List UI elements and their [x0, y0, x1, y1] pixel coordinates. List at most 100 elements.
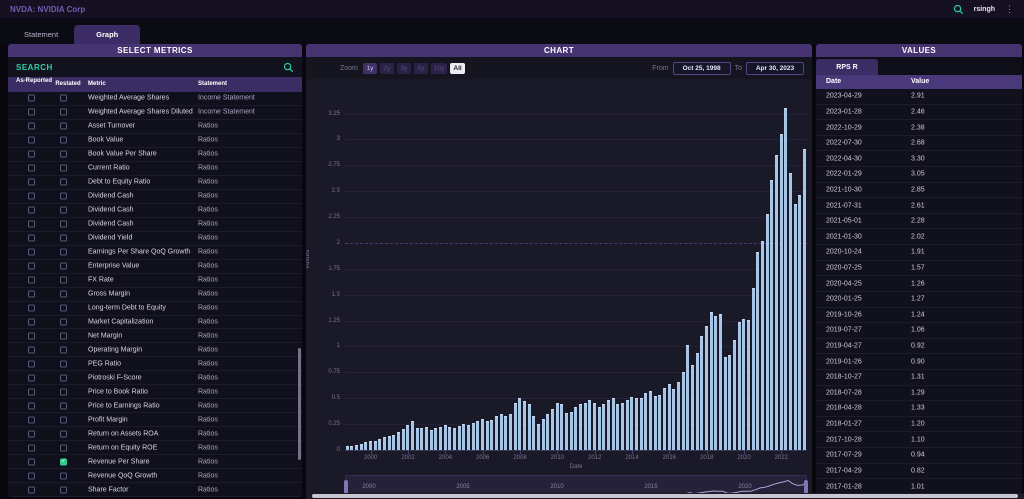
as-reported-checkbox[interactable] [28, 486, 35, 493]
bar-2005-10[interactable] [476, 421, 479, 450]
value-row[interactable]: 2017-10-281.10 [816, 432, 1022, 448]
bar-2010-04[interactable] [560, 404, 563, 450]
bar-2014-07[interactable] [640, 398, 643, 450]
bar-2020-07[interactable] [752, 288, 755, 451]
bar-2019-07[interactable] [733, 340, 736, 450]
restated-checkbox[interactable] [60, 486, 67, 493]
as-reported-checkbox[interactable] [28, 458, 35, 465]
value-row[interactable]: 2023-04-292.91 [816, 89, 1022, 105]
restated-checkbox[interactable] [60, 179, 67, 186]
bar-2017-10[interactable] [700, 336, 703, 450]
bar-2021-01[interactable] [761, 241, 764, 450]
bar-2004-04[interactable] [448, 427, 451, 450]
bar-2011-04[interactable] [579, 404, 582, 450]
zoom-button-2y[interactable]: 2y [380, 63, 394, 74]
bar-2020-01[interactable] [742, 319, 745, 451]
as-reported-checkbox[interactable] [28, 95, 35, 102]
bar-2005-07[interactable] [472, 423, 475, 450]
value-row[interactable]: 2017-07-290.94 [816, 448, 1022, 464]
as-reported-checkbox[interactable] [28, 305, 35, 312]
as-reported-checkbox[interactable] [28, 179, 35, 186]
bar-2000-04[interactable] [374, 441, 377, 450]
as-reported-checkbox[interactable] [28, 402, 35, 409]
bar-2010-10[interactable] [570, 412, 573, 450]
metrics-search-icon[interactable] [283, 62, 294, 73]
restated-checkbox[interactable] [60, 360, 67, 367]
bar-2003-07[interactable] [434, 428, 437, 450]
bar-2009-10[interactable] [551, 409, 554, 450]
value-row[interactable]: 2018-10-271.31 [816, 370, 1022, 386]
kebab-menu-icon[interactable]: ⋮ [1005, 5, 1014, 14]
value-row[interactable]: 2021-05-012.28 [816, 214, 1022, 230]
zoom-button-3y[interactable]: 3y [397, 63, 411, 74]
bar-2019-01[interactable] [724, 357, 727, 450]
restated-checkbox[interactable] [60, 263, 67, 270]
restated-checkbox[interactable] [60, 430, 67, 437]
zoom-button-10y[interactable]: 10y [431, 63, 447, 74]
bar-2002-04[interactable] [411, 421, 414, 450]
bar-2007-04[interactable] [504, 416, 507, 450]
bar-2015-07[interactable] [658, 395, 661, 450]
bar-2019-10[interactable] [738, 322, 741, 450]
restated-checkbox[interactable] [60, 207, 67, 214]
restated-checkbox[interactable] [60, 291, 67, 298]
value-row[interactable]: 2019-01-260.90 [816, 354, 1022, 370]
bar-2007-07[interactable] [509, 414, 512, 450]
as-reported-checkbox[interactable] [28, 249, 35, 256]
zoom-button-5y[interactable]: 5y [414, 63, 428, 74]
bar-2022-10[interactable] [794, 204, 797, 450]
global-search-icon[interactable] [953, 4, 964, 15]
restated-checkbox[interactable] [60, 151, 67, 158]
bar-2011-07[interactable] [584, 403, 587, 450]
restated-checkbox[interactable] [60, 95, 67, 102]
bar-2013-10[interactable] [626, 400, 629, 450]
bar-2001-01[interactable] [388, 436, 391, 451]
value-row[interactable]: 2020-04-251.26 [816, 276, 1022, 292]
bar-2007-01[interactable] [500, 414, 503, 450]
restated-checkbox[interactable] [60, 277, 67, 284]
as-reported-checkbox[interactable] [28, 277, 35, 284]
restated-checkbox[interactable] [60, 123, 67, 130]
restated-checkbox-checked[interactable]: ✓ [60, 458, 67, 465]
restated-checkbox[interactable] [60, 221, 67, 228]
bar-2021-07[interactable] [770, 180, 773, 450]
as-reported-checkbox[interactable] [28, 360, 35, 367]
bar-2021-05[interactable] [766, 214, 769, 450]
bar-2004-10[interactable] [458, 426, 461, 450]
as-reported-checkbox[interactable] [28, 388, 35, 395]
metrics-scrollbar[interactable] [298, 348, 301, 460]
value-row[interactable]: 2020-10-241.91 [816, 245, 1022, 261]
restated-checkbox[interactable] [60, 109, 67, 116]
bar-2000-07[interactable] [378, 439, 381, 450]
tab-statement[interactable]: Statement [8, 25, 74, 44]
value-row[interactable]: 2023-01-282.46 [816, 105, 1022, 121]
value-row[interactable]: 2019-04-270.92 [816, 339, 1022, 355]
bar-2003-01[interactable] [425, 427, 428, 450]
as-reported-checkbox[interactable] [28, 430, 35, 437]
bar-2012-07[interactable] [602, 404, 605, 450]
restated-checkbox[interactable] [60, 235, 67, 242]
restated-checkbox[interactable] [60, 472, 67, 479]
restated-checkbox[interactable] [60, 374, 67, 381]
bar-2012-04[interactable] [598, 407, 601, 451]
bar-2010-07[interactable] [565, 413, 568, 450]
bar-2006-10[interactable] [495, 416, 498, 450]
bar-2010-01[interactable] [556, 403, 559, 450]
bar-2000-10[interactable] [383, 437, 386, 451]
bar-2023-04[interactable] [803, 149, 806, 450]
value-row[interactable]: 2021-01-302.02 [816, 229, 1022, 245]
bar-2008-10[interactable] [532, 416, 535, 450]
bar-2008-07[interactable] [528, 404, 531, 450]
bar-2004-07[interactable] [453, 428, 456, 450]
bar-2016-10[interactable] [682, 372, 685, 450]
value-row[interactable]: 2018-01-271.20 [816, 417, 1022, 433]
as-reported-checkbox[interactable] [28, 263, 35, 270]
restated-checkbox[interactable] [60, 416, 67, 423]
restated-checkbox[interactable] [60, 332, 67, 339]
bar-2013-01[interactable] [612, 398, 615, 450]
bar-2001-04[interactable] [392, 435, 395, 451]
as-reported-checkbox[interactable] [28, 416, 35, 423]
bar-2020-10[interactable] [756, 252, 759, 450]
as-reported-checkbox[interactable] [28, 346, 35, 353]
value-row[interactable]: 2021-07-312.61 [816, 198, 1022, 214]
